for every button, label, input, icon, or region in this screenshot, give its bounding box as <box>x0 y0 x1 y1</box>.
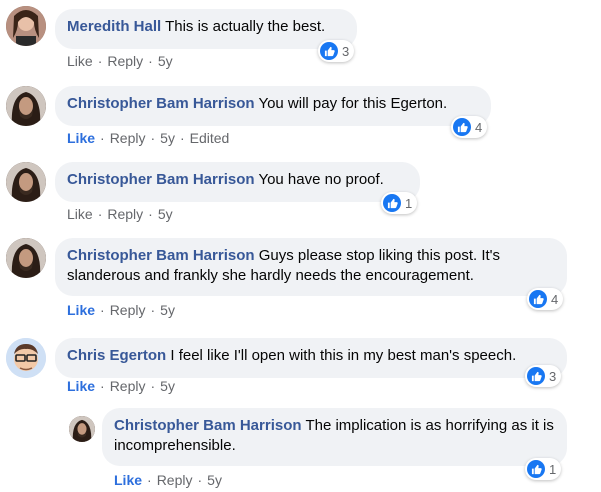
reply-button[interactable]: Reply <box>107 53 143 69</box>
avatar[interactable] <box>6 6 46 46</box>
like-thumb-icon <box>527 460 545 478</box>
comment-text: You will pay for this Egerton. <box>258 95 448 112</box>
comment-author[interactable]: Chris Egerton <box>67 347 166 364</box>
comment-text: You have no proof. <box>258 171 384 188</box>
comment-bubble: Christopher Bam Harrison Guys please sto… <box>55 238 567 296</box>
timestamp[interactable]: 5y <box>160 302 175 318</box>
timestamp[interactable]: 5y <box>207 472 222 488</box>
like-thumb-icon <box>529 290 547 308</box>
timestamp[interactable]: 5y <box>158 206 173 222</box>
avatar[interactable] <box>6 86 46 126</box>
reply-button[interactable]: Reply <box>110 378 146 394</box>
comment-bubble: Meredith Hall This is actually the best. <box>55 9 357 49</box>
avatar[interactable] <box>6 238 46 278</box>
comment-bubble: Christopher Bam Harrison You will pay fo… <box>55 86 491 126</box>
reaction-count[interactable]: 1 <box>381 192 418 214</box>
timestamp[interactable]: 5y <box>160 378 175 394</box>
reaction-count[interactable]: 1 <box>525 458 562 480</box>
reaction-count[interactable]: 3 <box>318 40 355 62</box>
like-thumb-icon <box>453 118 471 136</box>
reply-button[interactable]: Reply <box>110 302 146 318</box>
comment-author[interactable]: Christopher Bam Harrison <box>67 95 255 112</box>
comment-bubble: Christopher Bam Harrison You have no pro… <box>55 162 420 202</box>
avatar[interactable] <box>69 416 95 442</box>
comment-bubble: Christopher Bam Harrison The implication… <box>102 408 567 466</box>
comment-actions: Like · Reply · 5y <box>67 53 173 69</box>
like-button[interactable]: Like <box>114 472 142 488</box>
reaction-count[interactable]: 4 <box>451 116 488 138</box>
reply-button[interactable]: Reply <box>110 130 146 146</box>
reaction-number: 1 <box>549 461 557 477</box>
comment-actions: Like · Reply · 5y · Edited <box>67 130 230 146</box>
reaction-number: 3 <box>342 43 350 59</box>
comment-actions: Like · Reply · 5y <box>67 302 175 318</box>
comment-author[interactable]: Christopher Bam Harrison <box>67 171 255 188</box>
comment-actions: Like · Reply · 5y <box>67 206 173 222</box>
comment-text: This is actually the best. <box>165 18 326 35</box>
reaction-number: 4 <box>475 119 483 135</box>
like-button[interactable]: Like <box>67 378 95 394</box>
like-button[interactable]: Like <box>67 206 93 222</box>
like-thumb-icon <box>383 194 401 212</box>
reaction-count[interactable]: 4 <box>527 288 564 310</box>
reply-button[interactable]: Reply <box>157 472 193 488</box>
reaction-number: 1 <box>405 195 413 211</box>
like-thumb-icon <box>320 42 338 60</box>
comment-author[interactable]: Christopher Bam Harrison <box>114 417 302 434</box>
reaction-number: 3 <box>549 368 557 384</box>
comment-author[interactable]: Meredith Hall <box>67 18 161 35</box>
avatar[interactable] <box>6 162 46 202</box>
timestamp[interactable]: 5y <box>158 53 173 69</box>
comment-text: I feel like I'll open with this in my be… <box>170 347 517 364</box>
comment-bubble: Chris Egerton I feel like I'll open with… <box>55 338 567 378</box>
like-button[interactable]: Like <box>67 302 95 318</box>
like-thumb-icon <box>527 367 545 385</box>
like-button[interactable]: Like <box>67 53 93 69</box>
timestamp[interactable]: 5y <box>160 130 175 146</box>
reply-button[interactable]: Reply <box>107 206 143 222</box>
comment-author[interactable]: Christopher Bam Harrison <box>67 247 255 264</box>
reaction-number: 4 <box>551 291 559 307</box>
edited-label[interactable]: Edited <box>190 130 230 146</box>
like-button[interactable]: Like <box>67 130 95 146</box>
comment-actions: Like · Reply · 5y <box>114 472 222 488</box>
comment-actions: Like · Reply · 5y <box>67 378 175 394</box>
reaction-count[interactable]: 3 <box>525 365 562 387</box>
avatar[interactable] <box>6 338 46 378</box>
